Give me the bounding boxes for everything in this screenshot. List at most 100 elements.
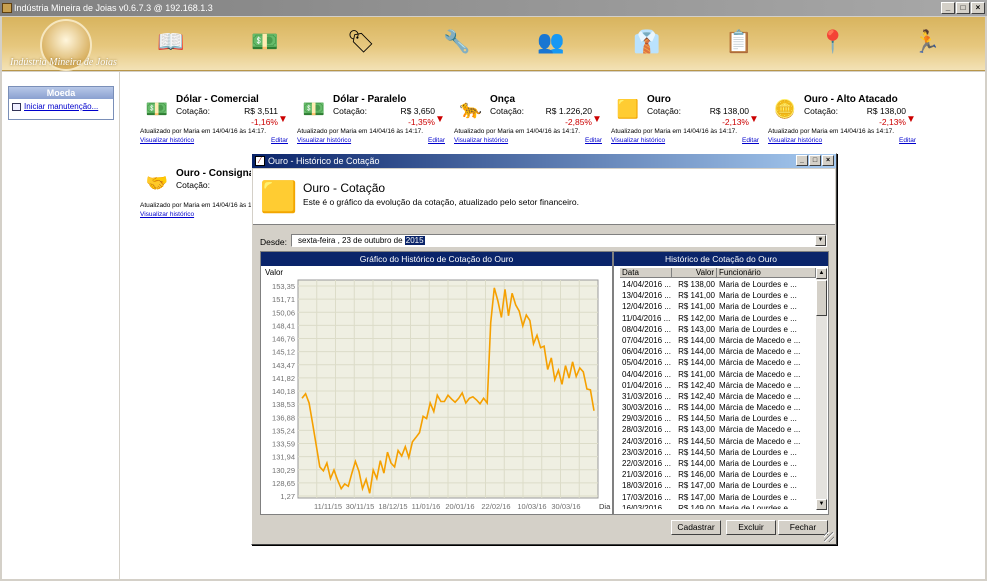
logo-text: Indústria Mineira de Joias: [10, 57, 117, 68]
table-scrollbar[interactable]: ▲ ▼: [816, 268, 827, 510]
arrow-down-icon: ▼: [435, 114, 445, 125]
start-maintenance-link[interactable]: Iniciar manutenção...: [9, 99, 113, 114]
table-row[interactable]: 11/04/2016 ... R$ 142,00 Maria de Lourdes …: [620, 313, 816, 324]
table-row[interactable]: 31/03/2016 ... R$ 142,40 Márcia de Macedo …: [620, 391, 816, 402]
y-tick-label: 143,47: [272, 361, 295, 370]
y-tick-label: 140,18: [272, 387, 295, 396]
main-window: Indústria Mineira de Joias v0.6.7.3 @ 19…: [0, 0, 987, 581]
since-year[interactable]: 2015: [404, 236, 425, 245]
y-tick-label: 153,35: [272, 282, 295, 291]
table-row[interactable]: 28/03/2016 ... R$ 143,00 Márcia de Macedo …: [620, 424, 816, 435]
dialog-minimize-button[interactable]: _: [796, 155, 808, 166]
cell-employee: Maria de Lourdes e ...: [719, 414, 797, 424]
arrow-down-icon: ▼: [592, 114, 602, 125]
tie-icon[interactable]: 👔: [630, 25, 664, 59]
cell-value: R$ 144,00: [678, 403, 715, 413]
edit-link[interactable]: Editar: [899, 137, 916, 144]
people-icon[interactable]: 👥: [534, 25, 568, 59]
cell-value: R$ 141,00: [678, 291, 715, 301]
table-row[interactable]: 24/03/2016 ... R$ 144,50 Márcia de Macedo …: [620, 436, 816, 447]
scroll-down-icon[interactable]: ▼: [816, 499, 827, 510]
table-row[interactable]: 12/04/2016 ... R$ 141,00 Maria de Lourdes …: [620, 301, 816, 312]
since-date-value: sexta-feira , 23 de outubro de: [298, 236, 403, 245]
cell-value: R$ 142,40: [678, 380, 715, 390]
col-header-value[interactable]: Valor: [672, 268, 717, 277]
view-history-link[interactable]: Visualizar histórico: [140, 137, 194, 144]
cell-employee: Márcia de Macedo e ...: [719, 335, 801, 345]
table-row[interactable]: 22/03/2016 ... R$ 144,00 Maria de Lourdes …: [620, 458, 816, 469]
scroll-up-icon[interactable]: ▲: [816, 268, 827, 279]
table-row[interactable]: 01/04/2016 ... R$ 142,40 Márcia de Macedo …: [620, 380, 816, 391]
table-row[interactable]: 29/03/2016 ... R$ 144,50 Maria de Lourdes …: [620, 413, 816, 424]
close-button[interactable]: ×: [971, 2, 985, 14]
table-row[interactable]: 05/04/2016 ... R$ 144,00 Márcia de Macedo …: [620, 357, 816, 368]
cell-value: R$ 149,00: [678, 503, 715, 509]
cell-value: R$ 138,00: [678, 280, 715, 289]
table-row[interactable]: 21/03/2016 ... R$ 146,00 Maria de Lourdes …: [620, 469, 816, 480]
cell-value: R$ 143,00: [678, 425, 715, 435]
cell-employee: Márcia de Macedo e ...: [719, 369, 801, 379]
runner-icon[interactable]: 🏃: [910, 25, 944, 59]
book-icon[interactable]: 📖: [154, 25, 188, 59]
table-row[interactable]: 06/04/2016 ... R$ 144,00 Márcia de Macedo …: [620, 346, 816, 357]
table-row[interactable]: 16/03/2016 ... R$ 149,00 Maria de Lourdes …: [620, 503, 816, 509]
table-row[interactable]: 14/04/2016 ... R$ 138,00 Maria de Lourdes …: [620, 279, 816, 290]
money-icon[interactable]: 💵: [248, 25, 282, 59]
clipboard-icon[interactable]: 📋: [722, 25, 756, 59]
pin-icon[interactable]: 📍: [816, 25, 850, 59]
table-row[interactable]: 07/04/2016 ... R$ 144,00 Márcia de Macedo …: [620, 335, 816, 346]
table-row[interactable]: 13/04/2016 ... R$ 141,00 Maria de Lourdes …: [620, 290, 816, 301]
cell-value: R$ 142,40: [678, 391, 715, 401]
card-label: Cotação:: [490, 106, 525, 116]
dialog-close-button[interactable]: ×: [822, 155, 834, 166]
maximize-button[interactable]: □: [956, 2, 970, 14]
view-history-link[interactable]: Visualizar histórico: [611, 137, 665, 144]
table-row[interactable]: 17/03/2016 ... R$ 147,00 Maria de Lourdes …: [620, 492, 816, 503]
card-updated: Atualizado por Maria em 14/04/16 às 14:1…: [768, 128, 895, 135]
card-value: R$ 1.226,20: [545, 106, 592, 116]
card-label: Cotação:: [176, 180, 211, 190]
edit-link[interactable]: Editar: [585, 137, 602, 144]
add-button[interactable]: Cadastrar: [671, 520, 721, 535]
cell-employee: Márcia de Macedo e ...: [719, 425, 801, 435]
y-tick-label: 138,53: [272, 400, 295, 409]
minimize-button[interactable]: _: [941, 2, 955, 14]
since-date-picker[interactable]: sexta-feira , 23 de outubro de 2015 ▼: [291, 234, 827, 247]
y-tick-label: 1,27: [280, 492, 295, 501]
cell-value: R$ 144,00: [678, 459, 715, 468]
dialog-maximize-button[interactable]: □: [809, 155, 821, 166]
chevron-down-icon[interactable]: ▼: [815, 235, 826, 246]
dollar-bill-icon: 💵: [145, 98, 169, 119]
y-tick-label: 130,29: [272, 466, 295, 475]
tag-icon[interactable]: 🏷: [344, 25, 378, 59]
cell-value: R$ 144,00: [678, 358, 715, 368]
delete-button[interactable]: Excluir: [726, 520, 776, 535]
tools-icon[interactable]: 🔧: [440, 25, 474, 59]
edit-link[interactable]: Editar: [271, 137, 288, 144]
view-history-link[interactable]: Visualizar histórico: [768, 137, 822, 144]
app-icon: [2, 3, 12, 13]
table-header: Data Valor Funcionário: [620, 268, 816, 278]
view-history-link[interactable]: Visualizar histórico: [454, 137, 508, 144]
cell-employee: Márcia de Macedo e ...: [719, 436, 801, 446]
col-header-employee[interactable]: Funcionário: [717, 268, 816, 277]
scroll-thumb[interactable]: [816, 280, 827, 316]
edit-link[interactable]: Editar: [742, 137, 759, 144]
cell-employee: Maria de Lourdes e ...: [719, 459, 797, 468]
y-tick-label: 146,76: [272, 335, 295, 344]
table-row[interactable]: 30/03/2016 ... R$ 144,00 Márcia de Macedo …: [620, 402, 816, 413]
table-row[interactable]: 04/04/2016 ... R$ 141,00 Márcia de Macedo …: [620, 369, 816, 380]
view-history-link[interactable]: Visualizar histórico: [297, 137, 351, 144]
close-dialog-button[interactable]: Fechar: [778, 520, 828, 535]
table-row[interactable]: 23/03/2016 ... R$ 144,50 Maria de Lourdes …: [620, 447, 816, 458]
history-table: 14/04/2016 ... R$ 138,00 Maria de Lourdes …: [620, 279, 816, 509]
card-change: -1,16%: [251, 117, 278, 127]
col-header-date[interactable]: Data: [620, 268, 672, 277]
table-row[interactable]: 08/04/2016 ... R$ 143,00 Maria de Lourdes …: [620, 324, 816, 335]
cell-value: R$ 147,00: [678, 492, 715, 502]
edit-link[interactable]: Editar: [428, 137, 445, 144]
resize-grip[interactable]: [824, 532, 834, 542]
view-history-link[interactable]: Visualizar histórico: [140, 211, 194, 218]
x-tick-label: 20/01/16: [445, 502, 474, 511]
table-row[interactable]: 18/03/2016 ... R$ 147,00 Maria de Lourdes …: [620, 480, 816, 491]
